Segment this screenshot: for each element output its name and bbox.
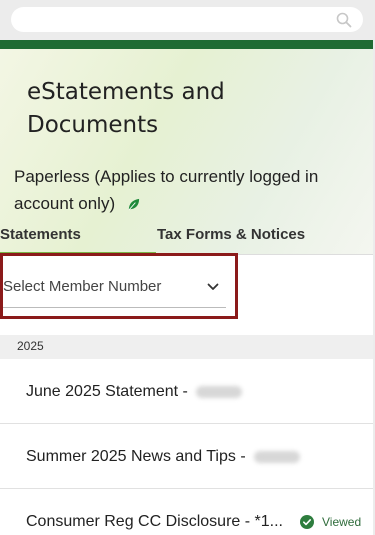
year-group-header: 2025	[0, 335, 373, 359]
document-title: June 2025 Statement -	[26, 383, 243, 401]
document-tabs: Statements Tax Forms & Notices	[0, 222, 373, 255]
redacted-account	[196, 385, 243, 398]
member-select-label: Select Member Number	[3, 278, 162, 295]
paperless-text: Paperless (Applies to currently logged i…	[14, 167, 319, 213]
document-item-summer-2025-news[interactable]: Summer 2025 News and Tips -	[0, 424, 373, 489]
estatements-page: eStatements and Documents Paperless (App…	[0, 0, 373, 535]
brand-accent-bar	[0, 40, 373, 49]
document-item-consumer-reg-cc[interactable]: Consumer Reg CC Disclosure - *1... Viewe…	[0, 489, 373, 535]
tab-tax-forms-notices[interactable]: Tax Forms & Notices	[157, 222, 357, 252]
document-item-june-2025-statement[interactable]: June 2025 Statement -	[0, 359, 373, 424]
paperless-notice: Paperless (Applies to currently logged i…	[14, 163, 344, 217]
tab-statements[interactable]: Statements	[0, 222, 156, 255]
check-circle-icon	[300, 515, 314, 529]
document-title-text: Summer 2025 News and Tips -	[26, 448, 251, 465]
document-title: Consumer Reg CC Disclosure - *1...	[26, 513, 283, 530]
member-select-highlight: Select Member Number	[0, 253, 238, 319]
year-label: 2025	[17, 339, 44, 353]
search-icon[interactable]	[336, 12, 352, 28]
search-input[interactable]	[11, 7, 363, 32]
document-title: Summer 2025 News and Tips -	[26, 448, 301, 466]
page-title: eStatements and Documents	[27, 79, 225, 138]
redacted-account	[254, 450, 301, 463]
document-title-text: June 2025 Statement -	[26, 383, 193, 400]
member-number-select[interactable]: Select Member Number	[3, 268, 226, 308]
chevron-down-icon	[207, 283, 219, 290]
viewed-status: Viewed	[322, 515, 362, 529]
leaf-icon	[128, 198, 139, 211]
search-bar	[0, 0, 373, 40]
